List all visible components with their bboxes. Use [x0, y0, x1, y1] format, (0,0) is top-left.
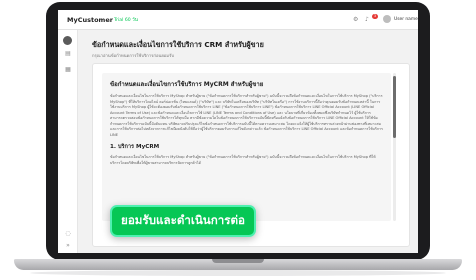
- laptop-shadow: [30, 270, 446, 276]
- collapse-icon[interactable]: »: [64, 242, 72, 250]
- notification-badge: 3: [372, 14, 378, 19]
- settings-icon[interactable]: ⚙: [353, 16, 358, 23]
- menu-icon[interactable]: ▦: [64, 66, 72, 74]
- terms-heading: ข้อกำหนดและเงื่อนไขการใช้บริการ MyCRM สำ…: [110, 81, 264, 88]
- home-icon[interactable]: [63, 36, 72, 45]
- shop-icon[interactable]: ▤: [64, 50, 72, 58]
- accept-continue-button[interactable]: ยอมรับและดำเนินการต่อ: [110, 205, 256, 237]
- left-sidebar: ▤ ▦ ◌ »: [58, 30, 78, 253]
- device-mockup: MyCustomer Trial 60 วัน ⚙ ♪ 3 User name …: [0, 0, 476, 280]
- avatar[interactable]: [383, 15, 391, 23]
- top-bar: MyCustomer Trial 60 วัน ⚙ ♪ 3 User name: [58, 10, 418, 30]
- bell-icon[interactable]: ♪: [365, 16, 369, 23]
- user-name[interactable]: User name: [394, 17, 418, 22]
- trial-label: Trial 60 วัน: [114, 18, 138, 23]
- section-body: ข้อกำหนดและเงื่อนไขในการใช้บริการ MyShop…: [110, 155, 376, 165]
- help-icon[interactable]: ◌: [64, 230, 72, 238]
- section-heading: 1. บริการ MyCRM: [110, 144, 160, 150]
- brand-logo[interactable]: MyCustomer: [67, 16, 113, 24]
- terms-document[interactable]: ข้อกำหนดและเงื่อนไขการใช้บริการ MyCRM สำ…: [102, 73, 391, 221]
- laptop-notch: [212, 259, 264, 263]
- page-title: ข้อกำหนดและเงื่อนไขการใช้บริการ CRM สำหร…: [92, 40, 264, 49]
- page-subtitle: กรุณาอ่านข้อกำหนดการใช้บริการก่อนยอมรับ: [92, 53, 174, 58]
- scrollbar-thumb[interactable]: [393, 76, 396, 138]
- terms-intro: ข้อกำหนดและเงื่อนไขในการใช้บริการ MyShop…: [110, 94, 383, 137]
